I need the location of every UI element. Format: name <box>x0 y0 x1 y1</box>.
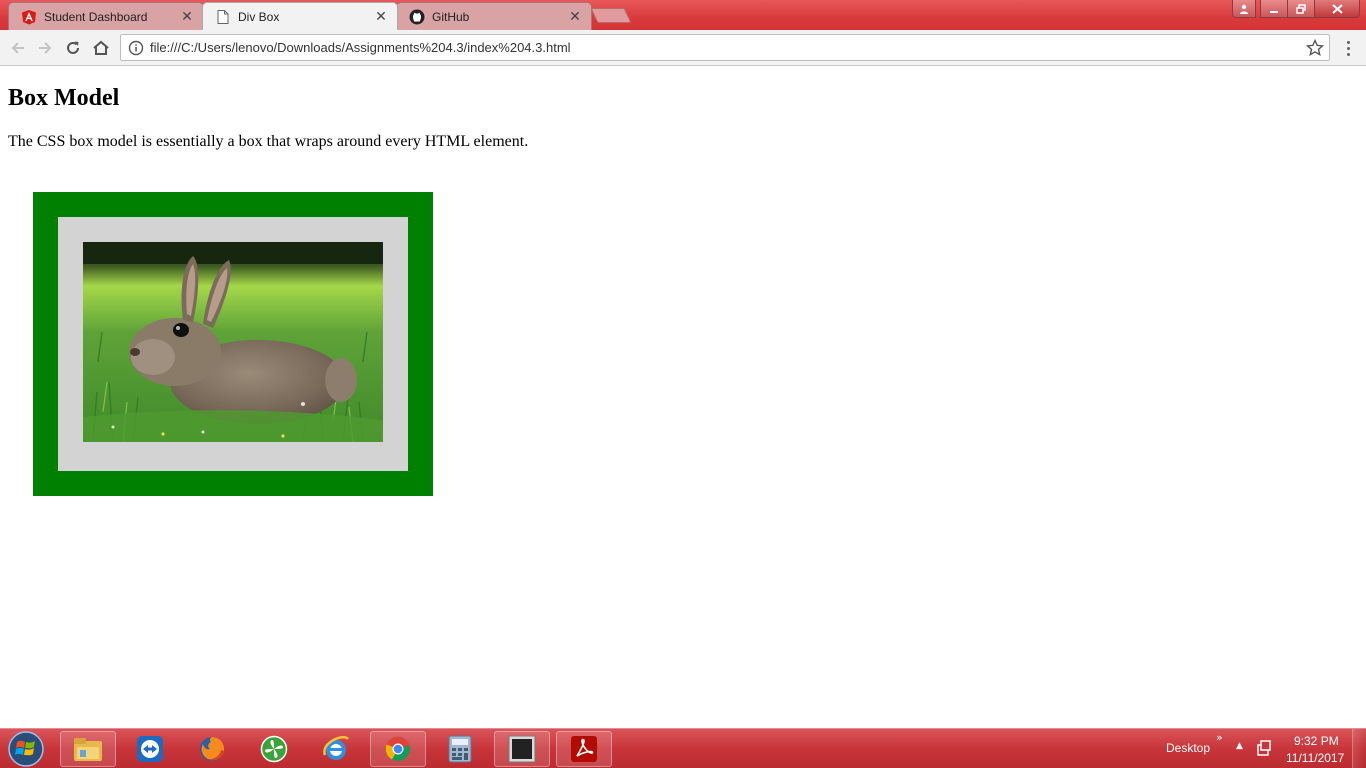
close-window-icon[interactable] <box>1314 0 1360 18</box>
file-explorer-icon[interactable] <box>60 731 116 767</box>
reload-icon[interactable] <box>62 37 84 59</box>
user-profile-icon[interactable] <box>1232 0 1256 18</box>
bookmark-star-icon[interactable] <box>1306 39 1324 57</box>
page-title: Box Model <box>8 85 120 111</box>
toolbar-chevron-icon[interactable]: » <box>1216 731 1223 744</box>
restore-icon[interactable] <box>1287 0 1315 18</box>
network-icon[interactable] <box>1257 740 1271 756</box>
document-icon <box>215 9 231 25</box>
url-text[interactable]: file:///C:/Users/lenovo/Downloads/Assign… <box>150 40 571 55</box>
calculator-icon[interactable] <box>432 731 488 767</box>
tab-student-dashboard[interactable]: Student Dashboard ✕ <box>8 2 204 30</box>
clover-icon[interactable] <box>246 731 302 767</box>
info-icon[interactable] <box>128 40 144 56</box>
windows-taskbar: Desktop » ▲ 9:32 PM 11/11/2017 <box>0 728 1366 768</box>
internet-explorer-icon[interactable] <box>308 731 364 767</box>
desktop-toolbar-label[interactable]: Desktop <box>1166 741 1210 755</box>
minimize-icon[interactable] <box>1260 0 1288 18</box>
box-border <box>33 192 433 496</box>
home-icon[interactable] <box>90 37 112 59</box>
close-tab-icon[interactable]: ✕ <box>179 9 195 25</box>
clock-date[interactable]: 11/11/2017 <box>1286 751 1344 765</box>
new-tab-button[interactable] <box>590 8 632 23</box>
box-padding <box>58 217 408 471</box>
close-tab-icon[interactable]: ✕ <box>567 9 583 25</box>
forward-arrow-icon[interactable] <box>34 37 56 59</box>
clock-time[interactable]: 9:32 PM <box>1294 734 1339 748</box>
console-icon[interactable] <box>494 731 550 767</box>
show-desktop-button[interactable] <box>1352 729 1366 768</box>
close-tab-icon[interactable]: ✕ <box>373 9 389 25</box>
page-description: The CSS box model is essentially a box t… <box>8 133 529 150</box>
browser-titlebar: Student Dashboard ✕ Div Box ✕ GitHub ✕ <box>0 0 1366 30</box>
teamviewer-icon[interactable] <box>122 731 178 767</box>
firefox-icon[interactable] <box>184 731 240 767</box>
tab-github[interactable]: GitHub ✕ <box>396 2 592 30</box>
tab-label: GitHub <box>432 9 470 24</box>
address-bar[interactable]: file:///C:/Users/lenovo/Downloads/Assign… <box>120 34 1330 61</box>
tab-label: Div Box <box>238 9 280 24</box>
github-icon <box>409 9 425 25</box>
menu-kebab-icon[interactable] <box>1340 38 1356 58</box>
chrome-icon[interactable] <box>370 731 426 767</box>
angular-icon <box>21 9 37 25</box>
acrobat-icon[interactable] <box>556 731 612 767</box>
tab-div-box[interactable]: Div Box ✕ <box>202 2 398 30</box>
rabbit-image <box>83 242 383 442</box>
show-hidden-icons-icon[interactable]: ▲ <box>1236 741 1243 751</box>
back-arrow-icon[interactable] <box>7 37 29 59</box>
page-content: Box Model The CSS box model is essential… <box>0 67 1366 728</box>
browser-toolbar: file:///C:/Users/lenovo/Downloads/Assign… <box>0 30 1366 66</box>
tab-label: Student Dashboard <box>44 9 148 24</box>
start-button[interactable] <box>6 730 46 768</box>
